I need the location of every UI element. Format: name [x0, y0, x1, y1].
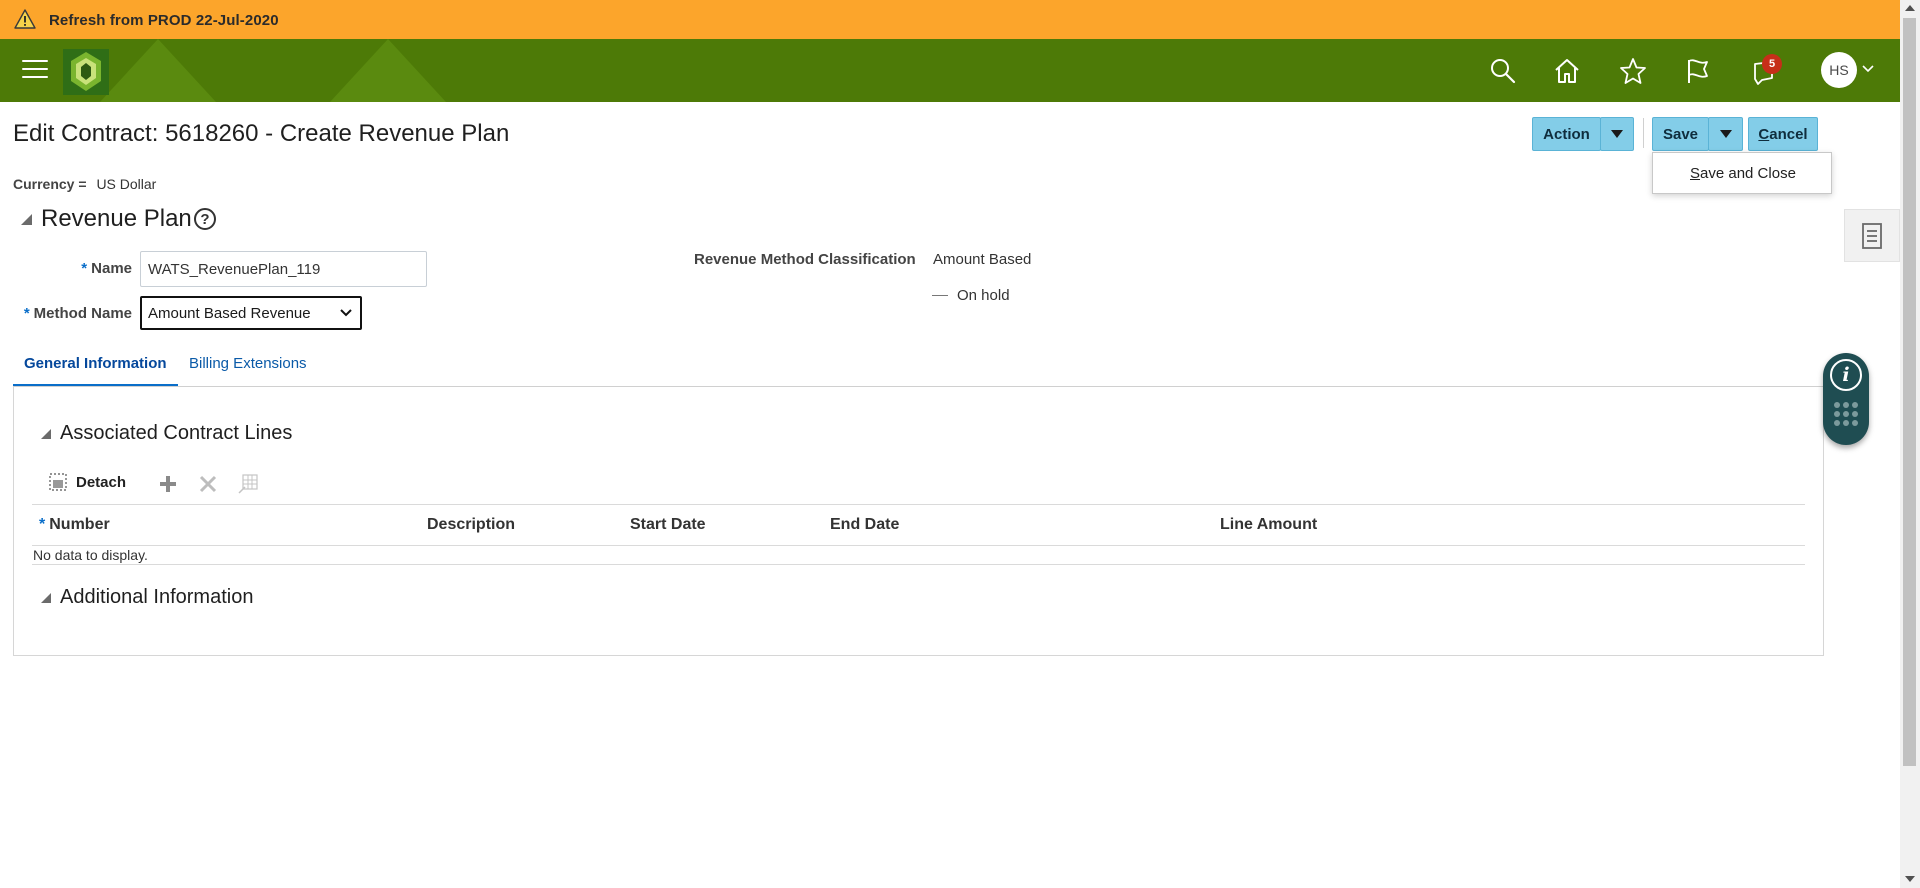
apps-grid-icon[interactable]	[1834, 402, 1858, 426]
classification-label: Revenue Method Classification	[694, 251, 916, 268]
page-title: Edit Contract: 5618260 - Create Revenue …	[13, 120, 510, 147]
method-name-value: Amount Based Revenue	[148, 304, 311, 322]
caret-down-icon	[1719, 130, 1732, 138]
section-revenue-plan[interactable]: Revenue Plan	[21, 205, 192, 233]
action-menu-button[interactable]	[1600, 117, 1634, 151]
column-header-end-date[interactable]: End Date	[830, 516, 899, 534]
help-icon[interactable]: ?	[194, 208, 216, 230]
column-header-number[interactable]: * Number	[39, 516, 110, 534]
method-name-select[interactable]: Amount Based Revenue	[140, 296, 362, 330]
flag-icon[interactable]	[1684, 57, 1712, 85]
delete-icon[interactable]	[198, 474, 218, 494]
warning-icon	[14, 9, 36, 29]
detach-label: Detach	[76, 473, 127, 491]
save-button[interactable]: Save	[1652, 117, 1709, 151]
status-text: On hold	[957, 287, 1010, 304]
tab-general-information[interactable]: General Information	[24, 355, 167, 372]
section-associated-contract-lines[interactable]: Associated Contract Lines	[41, 422, 292, 445]
side-panel-tab[interactable]	[1844, 209, 1900, 262]
home-icon[interactable]	[1553, 57, 1581, 85]
status-on-hold: On hold	[932, 287, 1010, 304]
column-header-line-amount[interactable]: Line Amount	[1220, 516, 1317, 534]
global-header	[0, 39, 1900, 102]
collapse-triangle-icon	[41, 592, 51, 603]
app-logo[interactable]	[63, 49, 109, 95]
status-dash	[932, 295, 948, 296]
collapse-triangle-icon	[41, 428, 51, 439]
cancel-button[interactable]: Cancel	[1748, 117, 1818, 151]
section-title: Revenue Plan	[41, 205, 192, 232]
chevron-down-icon[interactable]	[1862, 65, 1874, 73]
vertical-scrollbar[interactable]	[1900, 0, 1920, 888]
collapse-triangle-icon	[21, 213, 32, 225]
chevron-down-icon	[340, 309, 352, 317]
name-input[interactable]: WATS_RevenuePlan_119	[140, 251, 427, 287]
environment-banner: Refresh from PROD 22-Jul-2020	[0, 0, 1920, 39]
method-name-label: * Method Name	[23, 305, 132, 322]
empty-table-message: No data to display.	[33, 547, 148, 563]
scrollbar-thumb[interactable]	[1903, 18, 1916, 766]
favorites-star-icon[interactable]	[1619, 57, 1647, 85]
column-header-start-date[interactable]: Start Date	[630, 516, 706, 534]
action-button[interactable]: Action	[1532, 117, 1601, 151]
currency-label: Currency =	[13, 176, 87, 192]
search-icon[interactable]	[1489, 57, 1517, 85]
menu-icon[interactable]	[22, 60, 48, 80]
section-additional-information[interactable]: Additional Information	[41, 586, 253, 609]
header-decoration	[100, 39, 216, 102]
currency-value: US Dollar	[96, 176, 157, 192]
section-title: Additional Information	[60, 586, 254, 608]
table-top-border	[32, 504, 1805, 505]
detach-icon	[49, 473, 67, 491]
header-decoration	[330, 39, 446, 102]
required-asterisk: *	[39, 516, 46, 533]
menu-item-save-and-close[interactable]: Save and Close	[1690, 165, 1796, 182]
freeze-columns-icon[interactable]	[237, 473, 259, 495]
save-dropdown-menu: Save and Close	[1652, 152, 1832, 194]
scroll-down-arrow-icon[interactable]	[1905, 876, 1915, 882]
notification-count-badge: 5	[1762, 54, 1782, 74]
column-header-description[interactable]: Description	[427, 516, 515, 534]
document-list-icon	[1862, 222, 1882, 249]
user-avatar[interactable]: HS	[1821, 52, 1857, 88]
tab-billing-extensions[interactable]: Billing Extensions	[189, 355, 307, 372]
name-field-label: * Name	[81, 260, 132, 277]
banner-text: Refresh from PROD 22-Jul-2020	[49, 12, 279, 29]
required-asterisk: *	[81, 260, 88, 277]
help-assistant-widget[interactable]: i	[1823, 353, 1869, 445]
detach-button[interactable]: Detach	[48, 472, 126, 492]
scroll-up-arrow-icon[interactable]	[1905, 5, 1915, 11]
add-icon[interactable]	[158, 474, 178, 494]
caret-down-icon	[1611, 130, 1623, 138]
required-asterisk: *	[23, 305, 30, 322]
classification-value: Amount Based	[933, 251, 1032, 268]
section-title: Associated Contract Lines	[60, 422, 293, 444]
currency-info: Currency = US Dollar	[13, 176, 156, 192]
save-menu-button[interactable]	[1708, 117, 1743, 151]
table-bottom-border	[32, 564, 1805, 565]
table-header-border	[32, 545, 1805, 546]
toolbar-separator	[1643, 118, 1644, 148]
info-icon[interactable]: i	[1830, 359, 1862, 391]
